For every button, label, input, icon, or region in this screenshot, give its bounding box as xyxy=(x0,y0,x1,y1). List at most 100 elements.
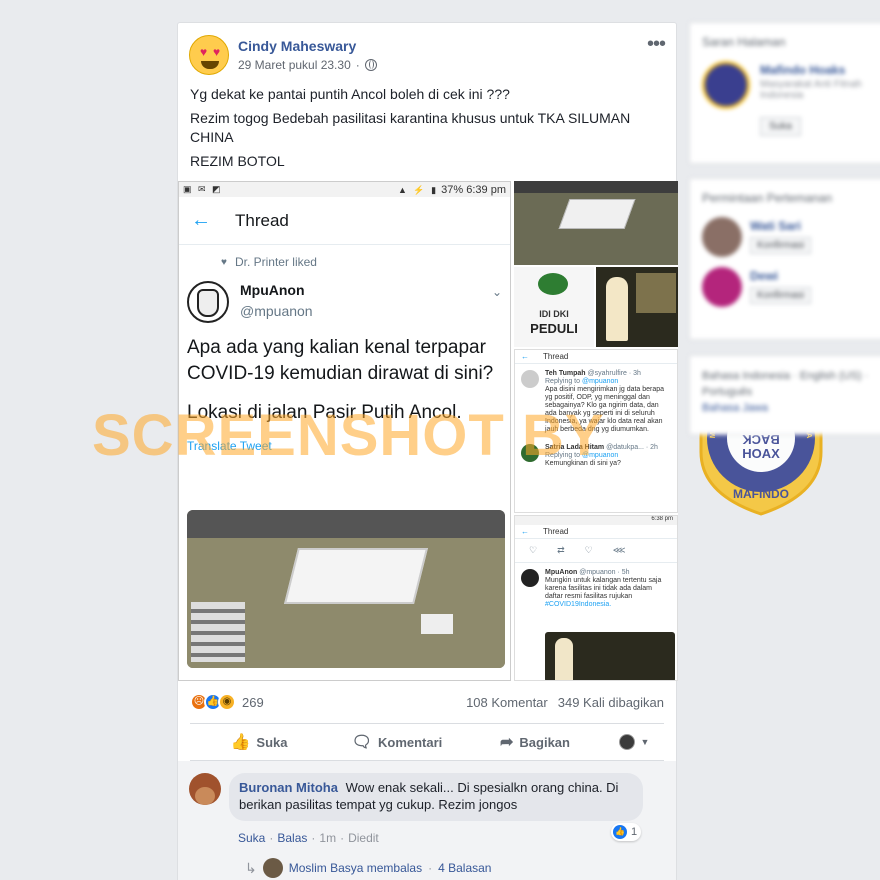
commenter-avatar[interactable] xyxy=(189,773,221,805)
heart-eye-icon: ♥ xyxy=(199,45,208,59)
back-arrow-icon: ← xyxy=(191,209,211,231)
friend-request-item: Wati Sari Konfirmasi xyxy=(690,213,880,263)
mini-thread-title: Thread xyxy=(543,352,569,361)
sidebar-section-title: Permintaan Pertemanan xyxy=(702,191,833,205)
mini-reply: Teh Tumpah @syahrulfire · 3h Replying to… xyxy=(515,364,677,438)
reply-arrow-icon: ↳ xyxy=(245,859,257,876)
idi-logo-icon xyxy=(538,273,568,295)
mini-tweet: MpuAnon @mpuanon · 5h Mungkin untuk kala… xyxy=(515,563,677,613)
comment-time[interactable]: 1m xyxy=(319,831,336,845)
sidebar-friend-requests: Permintaan Pertemanan Wati Sari Konfirma… xyxy=(689,178,880,340)
post-as-selector[interactable]: ▼ xyxy=(604,734,664,750)
view-replies[interactable]: ↳ Moslim Basya membalas · 4 Balasan xyxy=(245,858,491,878)
reply-author[interactable]: Moslim Basya membalas xyxy=(289,861,422,875)
thumb-aerial-photo[interactable] xyxy=(514,181,678,265)
phone-status-bar: ▣ ✉ ◩ ▲ ⚡ ▮ 37% 6:39 pm xyxy=(179,182,510,197)
banner-text-large: PEDULI xyxy=(530,321,578,336)
share-button-label: Bagikan xyxy=(519,734,570,750)
heart-eye-icon: ♥ xyxy=(212,45,221,59)
mini-tweet-handle: @mpuanon · 5h xyxy=(579,569,630,576)
mini-thread-bar: ← Thread xyxy=(515,350,677,364)
sidebar-languages: Bahasa Indonesia · English (US) · Portug… xyxy=(689,355,880,435)
comment-count[interactable]: 108 Komentar xyxy=(466,695,548,710)
like-button-label: Suka xyxy=(256,734,288,750)
suggested-page-avatar[interactable] xyxy=(702,61,750,109)
translate-tweet-link: Translate Tweet xyxy=(187,439,272,453)
comment-like-count: 1 xyxy=(631,826,638,838)
comment-reply-link[interactable]: Balas xyxy=(277,831,307,845)
reaction-count[interactable]: 269 xyxy=(242,695,264,710)
post-header: ♥ ♥ Cindy Maheswary 29 Maret pukul 23.30… xyxy=(189,34,666,79)
friend-request-avatar[interactable] xyxy=(702,267,742,307)
mini-reply-text: Apa disini mengirimkan jg data berapa yg… xyxy=(545,386,665,433)
back-arrow-icon: ← xyxy=(521,352,529,361)
reply-count[interactable]: 4 Balasan xyxy=(438,861,491,875)
share-icon: ⋘ xyxy=(612,545,626,555)
smile-icon xyxy=(201,61,219,69)
reactions[interactable]: ☹ 👍 ◉ 269 xyxy=(190,693,264,711)
mini-hashtag: #COVID19Indonesia. xyxy=(545,601,612,608)
language-link[interactable]: Bahasa Jawa xyxy=(702,402,768,414)
mini-reply-handle: @datukpa... · 2h xyxy=(606,444,658,451)
friend-request-name[interactable]: Wati Sari xyxy=(750,219,801,233)
thumb-banner-photo[interactable]: IDI DKI PEDULI xyxy=(514,267,594,347)
mini-replying-to: @mpuanon xyxy=(581,452,619,459)
mini-tweet-text: Mungkin untuk kalangan tertentu saja kar… xyxy=(545,577,662,600)
language-list[interactable]: Bahasa Indonesia · English (US) · Portug… xyxy=(702,370,868,398)
sidebar-section-title: Saran Halaman xyxy=(702,35,786,49)
friend-request-avatar[interactable] xyxy=(702,217,742,257)
mini-replying-to: @mpuanon xyxy=(581,378,619,385)
thumb-reply-screenshot[interactable]: ← Thread Teh Tumpah @syahrulfire · 3h Re… xyxy=(514,349,678,513)
confirm-button[interactable]: Konfirmasi xyxy=(750,287,812,304)
comment-like-link[interactable]: Suka xyxy=(238,831,265,845)
comment-button[interactable]: 🗨 Komentari xyxy=(328,732,466,752)
signal-icons: ▲ ⚡ ▮ xyxy=(398,184,439,195)
share-button[interactable]: ➦ Bagikan xyxy=(466,732,604,752)
suggested-page-like-button[interactable]: Suka xyxy=(760,117,801,136)
tweet-user: MpuAnon @mpuanon ⌄ xyxy=(179,281,510,327)
suggested-page-name[interactable]: Mafindo Hoaks xyxy=(760,63,845,77)
liked-by-text: Dr. Printer liked xyxy=(234,255,317,269)
notification-icons: ▣ ✉ ◩ xyxy=(183,184,223,194)
speech-bubble-icon: 🗨 xyxy=(351,734,372,751)
more-options-button[interactable]: ••• xyxy=(647,34,666,54)
confirm-button[interactable]: Konfirmasi xyxy=(750,237,812,254)
seal-banner-text: MAFINDO xyxy=(733,487,789,501)
commenter-name[interactable]: Buronan Mitoha xyxy=(239,780,338,795)
stats-right: 108 Komentar 349 Kali dibagikan xyxy=(466,695,664,710)
comment-links: Suka · Balas · 1m · Diedit xyxy=(238,831,379,845)
thumbs-up-icon: 👍 xyxy=(613,825,627,839)
author-name[interactable]: Cindy Maheswary xyxy=(238,38,356,54)
author-avatar[interactable]: ♥ ♥ xyxy=(189,35,229,75)
caret-down-icon: ▼ xyxy=(640,737,650,747)
comment-like-badge[interactable]: 👍 1 xyxy=(611,823,642,841)
tweet-user-avatar xyxy=(187,281,229,323)
banner-text-small: IDI DKI xyxy=(539,309,569,319)
post-media-grid[interactable]: ▣ ✉ ◩ ▲ ⚡ ▮ 37% 6:39 pm ← Thread ♥ Dr. P… xyxy=(178,181,678,681)
thread-title: Thread xyxy=(235,210,289,230)
mini-tweet-photo xyxy=(545,632,675,680)
post-actions: 👍 Suka 🗨 Komentari ➦ Bagikan ▼ xyxy=(190,723,664,761)
tweet-screenshot[interactable]: ▣ ✉ ◩ ▲ ⚡ ▮ 37% 6:39 pm ← Thread ♥ Dr. P… xyxy=(178,181,511,681)
like-button[interactable]: 👍 Suka xyxy=(190,732,328,752)
status-right: ▲ ⚡ ▮ 37% 6:39 pm xyxy=(398,184,506,196)
post-timestamp[interactable]: 29 Maret pukul 23.30 xyxy=(238,58,351,72)
post-stats: ☹ 👍 ◉ 269 108 Komentar 349 Kali dibagika… xyxy=(190,691,664,713)
liked-by: ♥ Dr. Printer liked xyxy=(221,255,510,269)
comment-bubble: Buronan Mitoha Wow enak sekali... Di spe… xyxy=(229,773,643,821)
mini-tweet-name: MpuAnon xyxy=(545,569,578,576)
share-count[interactable]: 349 Kali dibagikan xyxy=(558,695,664,710)
globe-icon[interactable] xyxy=(364,59,377,71)
friend-request-name[interactable]: Dewi xyxy=(750,269,778,283)
tweet-text-line: Lokasi di jalan Pasir Putih Ancol. xyxy=(187,402,462,423)
mini-reply-name: Satria Lada Hitam xyxy=(545,444,605,451)
chevron-down-icon: ⌄ xyxy=(491,285,502,299)
battery-level: 37% xyxy=(441,183,464,196)
post-meta: 29 Maret pukul 23.30 · xyxy=(238,58,377,72)
replier-avatar xyxy=(262,858,283,878)
thumb-ppe-photo[interactable] xyxy=(596,267,678,347)
post-text-line: REZIM BOTOL xyxy=(190,153,285,169)
thumb-thread-screenshot[interactable]: 6:38 pm ← Thread ♡ ⇄ ♡ ⋘ MpuAnon @mpuano… xyxy=(514,515,678,681)
comment-edited[interactable]: Diedit xyxy=(348,831,379,845)
mini-reply-text: Kemungkinan di sini ya? xyxy=(545,460,621,467)
